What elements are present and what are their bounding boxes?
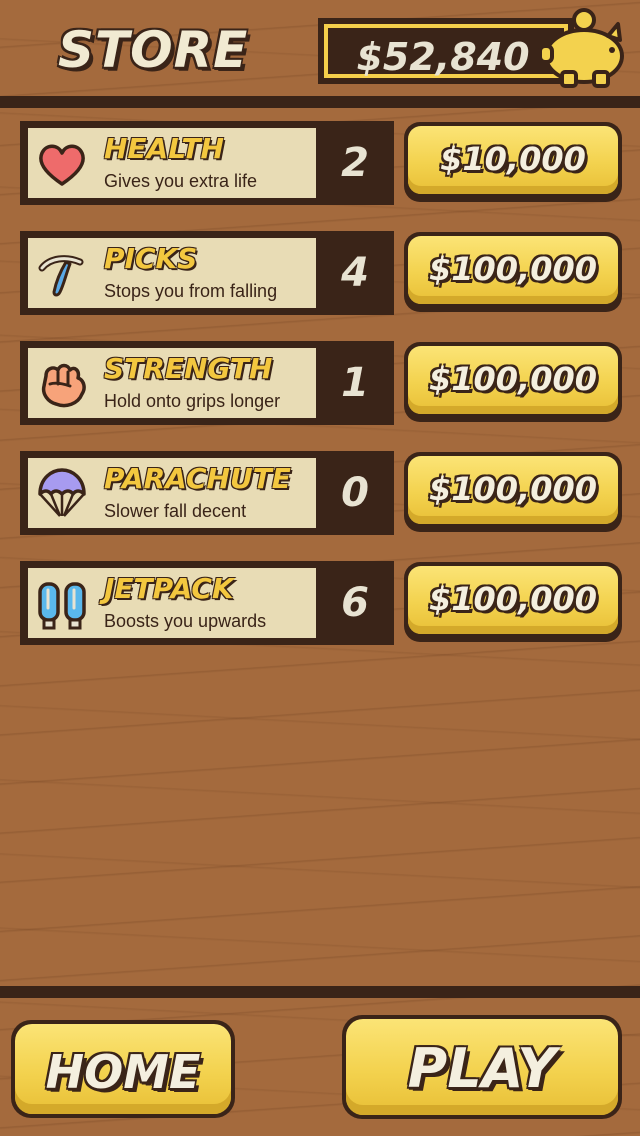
buy-price: $100,000 bbox=[428, 470, 597, 508]
item-description: Hold onto grips longer bbox=[104, 391, 281, 411]
item-name: JETPACK bbox=[104, 572, 234, 605]
balance-amount: $52,840 bbox=[356, 35, 530, 79]
buy-button-picks[interactable]: $100,000 bbox=[404, 232, 622, 312]
buy-price: $100,000 bbox=[428, 250, 597, 288]
item-description: Boosts you upwards bbox=[104, 611, 267, 631]
footer-divider bbox=[0, 986, 640, 998]
item-count: 2 bbox=[341, 140, 369, 186]
header-divider bbox=[0, 96, 640, 108]
item-name: PICKS bbox=[104, 242, 198, 275]
balance-display: $52,840 bbox=[318, 18, 574, 84]
item-count: 4 bbox=[341, 250, 369, 296]
item-name: PARACHUTE bbox=[104, 462, 291, 495]
buy-price: $10,000 bbox=[440, 140, 586, 178]
store-item-parachute: PARACHUTE Slower fall decent 0 bbox=[20, 451, 394, 535]
play-label: PLAY bbox=[407, 1037, 557, 1100]
buy-price: $100,000 bbox=[428, 580, 597, 618]
item-name: STRENGTH bbox=[104, 352, 273, 385]
jetpack-icon bbox=[38, 582, 86, 630]
piggy-bank-icon bbox=[538, 8, 624, 88]
buy-price: $100,000 bbox=[428, 360, 597, 398]
item-count: 6 bbox=[341, 580, 369, 626]
item-card: HEALTH Gives you extra life bbox=[28, 128, 316, 198]
item-description: Gives you extra life bbox=[104, 171, 258, 191]
home-button[interactable]: HOME bbox=[11, 1020, 235, 1118]
buy-button-parachute[interactable]: $100,000 bbox=[404, 452, 622, 532]
parachute-icon bbox=[38, 468, 86, 517]
store-item-health: HEALTH Gives you extra life 2 bbox=[20, 121, 394, 205]
item-name: HEALTH bbox=[104, 132, 224, 165]
play-button[interactable]: PLAY bbox=[342, 1015, 622, 1119]
heart-icon bbox=[39, 144, 85, 186]
page-title: STORE bbox=[58, 21, 249, 79]
home-label: HOME bbox=[45, 1045, 201, 1099]
item-description: Stops you from falling bbox=[104, 281, 278, 301]
item-card: STRENGTH Hold onto grips longer bbox=[28, 348, 316, 418]
store-item-jetpack: JETPACK Boosts you upwards 6 bbox=[20, 561, 394, 645]
fist-icon bbox=[41, 363, 86, 408]
buy-button-strength[interactable]: $100,000 bbox=[404, 342, 622, 422]
buy-button-health[interactable]: $10,000 bbox=[404, 122, 622, 202]
store-item-picks: PICKS Stops you from falling 4 bbox=[20, 231, 394, 315]
item-description: Slower fall decent bbox=[104, 501, 247, 521]
item-count: 1 bbox=[341, 360, 369, 406]
item-card: JETPACK Boosts you upwards bbox=[28, 568, 316, 638]
item-count: 0 bbox=[341, 470, 369, 516]
store-item-strength: STRENGTH Hold onto grips longer 1 bbox=[20, 341, 394, 425]
item-card: PARACHUTE Slower fall decent bbox=[28, 458, 316, 528]
pickaxe-icon bbox=[38, 255, 84, 297]
item-card: PICKS Stops you from falling bbox=[28, 238, 316, 308]
store-header: STORE $52,840 bbox=[0, 0, 640, 96]
footer-bar: HOME PLAY bbox=[0, 998, 640, 1136]
buy-button-jetpack[interactable]: $100,000 bbox=[404, 562, 622, 642]
